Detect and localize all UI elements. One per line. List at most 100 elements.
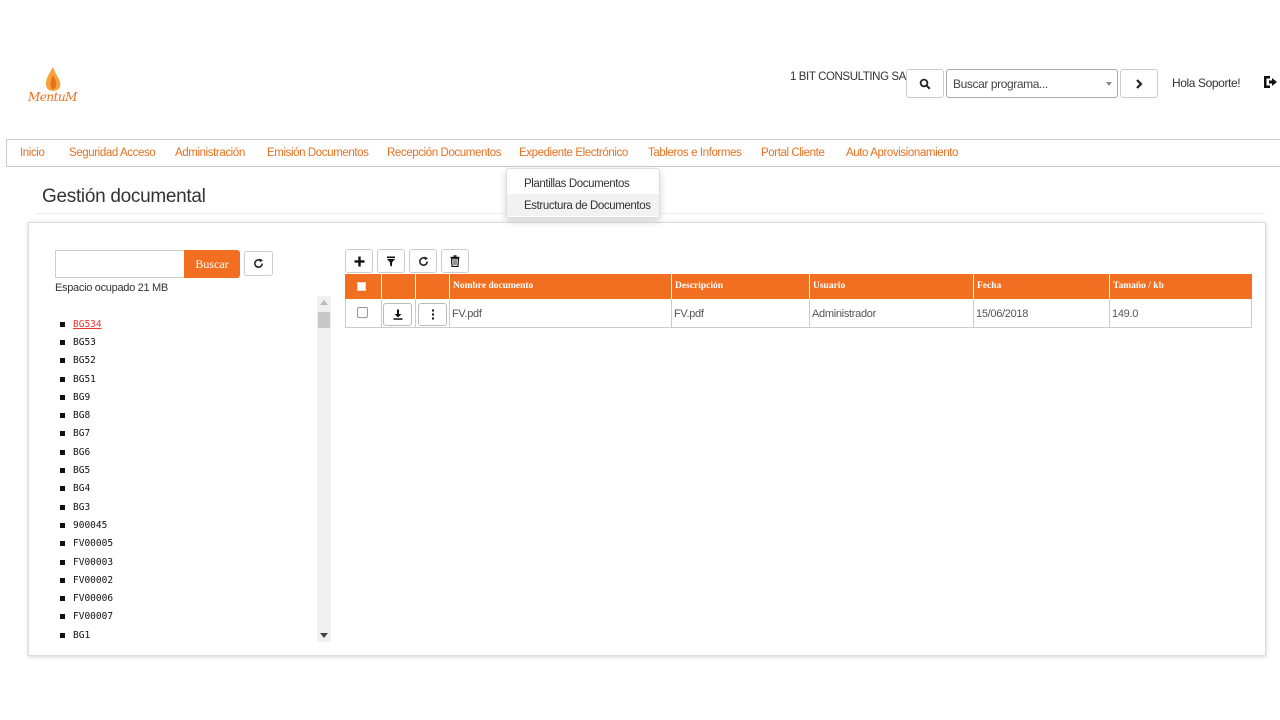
program-select-value: Buscar programa... [953,77,1048,91]
tree-item-label: BG51 [73,373,96,385]
tree-item[interactable]: BG1 [60,626,310,644]
column-header-fecha[interactable]: Fecha [973,274,1109,299]
column-header-tamano[interactable]: Tamaño / kb [1109,274,1252,299]
tree-item[interactable]: BG53 [60,333,310,351]
bullet [60,394,65,400]
tree-item-label: FV00002 [73,574,114,586]
tree-item-label: FV00007 [73,611,114,623]
program-select[interactable]: Buscar programa... [946,69,1118,98]
refresh-icon [254,258,264,268]
cell-descripcion: FV.pdf [671,299,809,327]
space-used-label: Espacio ocupado 21 MB [55,282,168,294]
nav-item-seguridad-acceso[interactable]: Seguridad Acceso [69,147,156,159]
document-tree: BG534 BG53 BG52 BG51 BG9 BG8 BG7 BG6 BG5… [60,315,310,644]
tree-item-label: BG53 [73,336,96,348]
nav-item-administracion[interactable]: Administración [175,147,245,159]
tree-item-label: BG3 [73,501,91,513]
go-program-button[interactable] [1120,69,1158,98]
nav-item-portal-cliente[interactable]: Portal Cliente [761,147,825,159]
program-search-button[interactable] [906,69,944,98]
download-button[interactable] [383,303,412,326]
cell-tamano: 149.0 [1109,299,1251,327]
logout-button[interactable] [1262,74,1278,90]
row-menu-button[interactable] [418,303,447,326]
tree-item-label: 900045 [73,519,108,531]
tree-item[interactable]: BG4 [60,480,310,498]
documents-table: Nombre documento Descripción Usuario Fec… [345,274,1252,328]
tree-item-label: BG4 [73,483,91,495]
nav-item-expediente-electronico[interactable]: Expediente Electrónico [519,147,628,159]
tree-item[interactable]: BG9 [60,388,310,406]
page-title: Gestión documental [42,186,206,207]
column-header-usuario[interactable]: Usuario [809,274,973,299]
actions-cell [415,299,449,327]
bullet [60,339,65,345]
logout-icon [1264,76,1277,88]
add-document-button[interactable] [345,249,373,273]
expediente-dropdown-menu: Plantillas Documentos Estructura de Docu… [506,168,660,218]
row-checkbox[interactable] [357,307,368,318]
filter-button[interactable] [377,249,405,273]
download-icon [393,309,402,320]
tree-item[interactable]: BG534 [60,315,310,333]
tree-item-label: BG6 [73,446,91,458]
user-greeting: Hola Soporte! [1172,76,1241,90]
nav-item-emision-documentos[interactable]: Emisión Documentos [267,147,369,159]
bullet [60,321,65,327]
tree-item[interactable]: FV00002 [60,571,310,589]
plus-icon [354,256,364,266]
menu-item-plantillas-documentos[interactable]: Plantillas Documentos [507,172,659,194]
logo[interactable]: MentuM [28,64,80,110]
column-header-descripcion[interactable]: Descripción [671,274,809,299]
nav-item-auto-aprovisionamiento[interactable]: Auto Aprovisionamiento [846,147,958,159]
bullet [60,614,65,620]
tree-item-label: FV00006 [73,593,114,605]
nav-item-recepcion-documentos[interactable]: Recepción Documentos [387,147,501,159]
bullet [60,632,65,638]
tree-item[interactable]: BG5 [60,461,310,479]
refresh-icon [418,255,428,266]
nav-item-tableros-informes[interactable]: Tableros e Informes [648,147,742,159]
menu-item-estructura-documentos[interactable]: Estructura de Documentos [507,194,659,216]
bullet [60,358,65,364]
table-header: Nombre documento Descripción Usuario Fec… [345,274,1252,299]
tree-item-label: FV00003 [73,556,114,568]
tree-item[interactable]: BG6 [60,443,310,461]
tree-item[interactable]: FV00005 [60,535,310,553]
table-row[interactable]: FV.pdf FV.pdf Administrador 15/06/2018 1… [345,299,1252,328]
main-nav: Inicio Seguridad Acceso Administración E… [6,139,1280,167]
column-header-nombre[interactable]: Nombre documento [449,274,671,299]
tree-item[interactable]: 900045 [60,516,310,534]
bullet [60,596,65,602]
refresh-table-button[interactable] [409,249,437,273]
tree-item[interactable]: BG8 [60,406,310,424]
buscar-button[interactable]: Buscar [184,250,240,278]
tree-refresh-button[interactable] [244,251,273,276]
download-column [381,274,415,299]
scroll-down-arrow-icon[interactable] [320,633,328,638]
tree-item[interactable]: FV00007 [60,608,310,626]
tree-item[interactable]: BG3 [60,498,310,516]
tree-item[interactable]: FV00003 [60,553,310,571]
download-cell [381,299,415,327]
tree-item[interactable]: BG51 [60,370,310,388]
bullet [60,413,65,419]
cell-usuario: Administrador [809,299,973,327]
scroll-thumb[interactable] [318,312,330,328]
delete-button[interactable] [441,249,469,273]
filter-icon [387,256,395,266]
tree-item[interactable]: BG7 [60,425,310,443]
bullet [60,541,65,547]
tree-scrollbar[interactable] [317,296,331,642]
tree-item[interactable]: FV00006 [60,589,310,607]
nav-item-inicio[interactable]: Inicio [20,147,45,159]
cell-nombre: FV.pdf [449,299,671,327]
scroll-up-arrow-icon[interactable] [320,300,328,305]
chevron-down-icon [1106,82,1112,86]
tree-search-input[interactable] [55,250,185,278]
tree-item[interactable]: BG52 [60,352,310,370]
bullet [60,577,65,583]
select-all-checkbox[interactable] [357,282,366,291]
logo-text: MentuM [28,90,77,104]
tree-item-label: FV00005 [73,538,114,550]
